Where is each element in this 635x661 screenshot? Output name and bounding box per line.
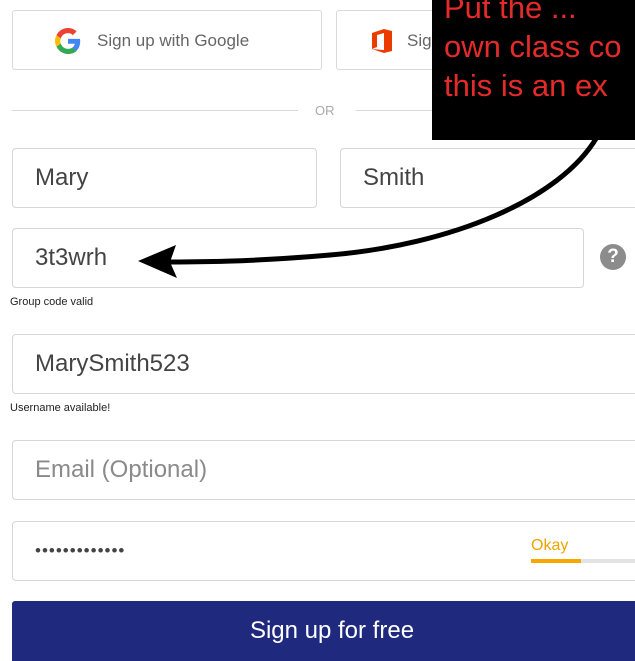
username-input[interactable]: MarySmith523 [12, 334, 635, 394]
email-input[interactable]: Email (Optional) [12, 440, 635, 500]
email-placeholder: Email (Optional) [35, 456, 208, 483]
callout-line-2: own class co [444, 29, 622, 64]
group-code-input[interactable]: 3t3wrh [12, 228, 584, 288]
username-status: Username available! [10, 402, 111, 414]
google-signup-button[interactable]: Sign up with Google [12, 10, 322, 70]
help-icon-glyph: ? [607, 246, 619, 267]
signup-submit-label: Sign up for free [249, 617, 415, 644]
annotation-callout: Put the ... own class co this is an ex [432, 0, 635, 140]
password-value: ••••••••••••• [35, 541, 126, 560]
question-circle-icon[interactable]: ? [600, 244, 626, 270]
username-value: MarySmith523 [35, 350, 190, 377]
password-strength-label: Okay [531, 537, 569, 554]
password-strength-meter [531, 559, 635, 563]
google-signup-label: Sign up with Google [97, 31, 250, 50]
google-icon [55, 28, 81, 54]
first-name-input[interactable]: Mary [12, 148, 317, 208]
callout-line-3: this is an ex [444, 68, 608, 103]
office-signup-label: Sig [407, 31, 432, 50]
callout-line-1: Put the ... [444, 0, 577, 25]
group-code-status: Group code valid [10, 296, 94, 308]
first-name-value: Mary [35, 164, 89, 191]
password-strength-fill [531, 559, 581, 563]
last-name-input[interactable]: Smith [340, 148, 635, 208]
office-icon [371, 28, 393, 54]
signup-submit-button[interactable]: Sign up for free [12, 601, 635, 661]
divider-line-right [356, 110, 436, 111]
or-divider: OR [315, 103, 335, 118]
group-code-value: 3t3wrh [35, 244, 108, 271]
last-name-value: Smith [363, 164, 425, 191]
divider-line-left [12, 110, 298, 111]
